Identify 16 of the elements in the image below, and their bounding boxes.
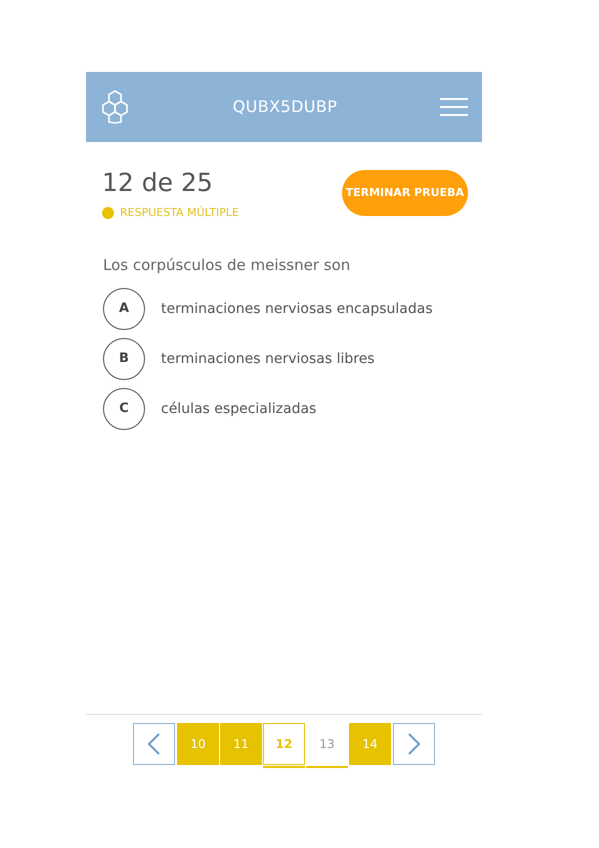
previous-button[interactable] — [133, 723, 175, 765]
option-text[interactable]: células especializadas — [161, 398, 316, 420]
hexagon-logo-icon — [100, 90, 130, 124]
progress-text: 12 de 25 — [102, 170, 214, 195]
question-text: Los corpúsculos de meissner son — [103, 254, 352, 276]
option-letter-button[interactable]: A — [103, 288, 145, 330]
chevron-right-icon — [408, 733, 420, 755]
option-letter-button[interactable]: C — [103, 388, 145, 430]
option-letter-button[interactable]: B — [103, 338, 145, 380]
header-title: QUBX5DUBP — [232, 96, 338, 118]
next-button[interactable] — [393, 723, 435, 765]
option-text[interactable]: terminaciones nerviosas encapsuladas — [161, 298, 433, 320]
menu-icon[interactable] — [440, 98, 468, 116]
question-type-label: RESPUESTA MÚLTIPLE — [120, 205, 239, 221]
option-text[interactable]: terminaciones nerviosas libres — [161, 348, 375, 370]
chevron-left-icon — [148, 733, 160, 755]
